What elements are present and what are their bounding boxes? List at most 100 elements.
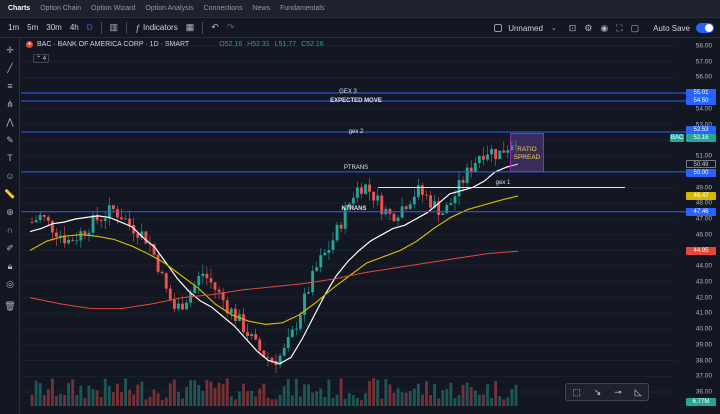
tab-connections[interactable]: Connections [204, 5, 243, 12]
lock-icon[interactable]: 🔒︎ [4, 260, 16, 272]
pattern-icon[interactable]: ⋀ [4, 116, 16, 128]
candle-body [34, 220, 38, 223]
price-tick: 40.00 [695, 325, 712, 333]
chevron-down-icon[interactable]: ⌄ [551, 24, 557, 32]
tab-option-analysis[interactable]: Option Analysis [145, 5, 193, 12]
layout-name[interactable]: Unnamed [508, 24, 543, 33]
trend-line-icon[interactable]: ╱ [4, 62, 16, 74]
candle-body [128, 218, 132, 225]
volume-bar [441, 390, 445, 406]
volume-bar [103, 378, 107, 406]
interval-4h[interactable]: 4h [70, 23, 79, 32]
text-icon[interactable]: T [4, 152, 16, 164]
volume-bar [168, 383, 172, 406]
volume-bar [95, 390, 99, 406]
volume-bar [213, 387, 217, 406]
candle-body [453, 196, 457, 204]
candle-body [79, 231, 83, 241]
candle-body [120, 217, 123, 220]
undo-icon[interactable]: ↶ [211, 22, 219, 33]
candle-body [254, 334, 258, 340]
magnet-icon[interactable]: ∩ [4, 224, 16, 236]
indicator-count-badge[interactable]: ⌃ 4 [33, 54, 50, 63]
volume-bar [355, 397, 359, 406]
interval-5m[interactable]: 5m [27, 23, 38, 32]
price-tick: 57.00 [695, 58, 712, 66]
candle-body [217, 289, 221, 293]
maximize-icon[interactable]: ▢ [631, 23, 640, 34]
volume-bar [128, 389, 132, 406]
volume-bar [87, 385, 91, 406]
volume-bar [278, 394, 282, 406]
emoji-icon[interactable]: ☺ [4, 170, 16, 182]
tab-charts[interactable]: Charts [8, 5, 30, 12]
volume-bar [412, 388, 416, 406]
candle-body [144, 231, 148, 244]
volume-bar [433, 383, 437, 406]
fullscreen-icon[interactable]: ⛶ [616, 23, 622, 34]
price-tick: 54.00 [695, 105, 712, 113]
horizontal-lines-icon[interactable]: ≡ [4, 80, 16, 92]
price-tick: 47.00 [695, 215, 712, 223]
interval-d[interactable]: D [87, 23, 93, 32]
rectangle-icon[interactable]: ⬚ [572, 387, 581, 398]
volume-bar [266, 397, 270, 406]
tab-fundamentals[interactable]: Fundamentals [280, 5, 324, 12]
volume-bar [445, 389, 449, 406]
volume-bar [465, 382, 469, 406]
price-chart[interactable] [21, 38, 720, 414]
arrow-line-icon[interactable]: ↘ [594, 387, 602, 398]
camera-icon[interactable]: ◉ [600, 23, 608, 34]
interval-30m[interactable]: 30m [46, 23, 62, 32]
indicators-button[interactable]: Indicators [143, 23, 178, 32]
chart-area[interactable] [21, 38, 720, 414]
lock-pencil-icon[interactable]: ✐ [4, 242, 16, 254]
volume-bar [469, 387, 473, 406]
redo-icon[interactable]: ↷ [227, 22, 235, 33]
horizontal-line-icon[interactable]: ⊸ [614, 387, 622, 398]
symbol-title[interactable]: BAC · BANK OF AMERICA CORP · 1D · SMART [37, 41, 189, 48]
volume-bar [494, 380, 498, 406]
layout-checkbox[interactable] [494, 24, 503, 32]
volume-bar [506, 397, 510, 406]
crosshair-icon[interactable]: ✛ [4, 44, 16, 56]
function-icon[interactable]: ƒ [135, 23, 140, 33]
candle-body [494, 149, 498, 160]
tab-news[interactable]: News [253, 5, 271, 12]
volume-bar [79, 385, 83, 406]
candle-body [205, 273, 209, 279]
trash-icon[interactable]: 🗑︎ [4, 300, 16, 312]
volume-bar [250, 390, 254, 406]
gear-icon[interactable]: ⚙ [584, 23, 592, 34]
toolbar-divider [202, 21, 204, 34]
tab-option-chain[interactable]: Option Chain [40, 5, 81, 12]
volume-bar [473, 390, 477, 406]
ratio-spread-box[interactable]: RATIO SPREAD [510, 133, 544, 172]
interval-1m[interactable]: 1m [8, 23, 19, 32]
eye-icon[interactable]: ◎ [4, 278, 16, 290]
volume-bar [486, 384, 489, 406]
candle-body [368, 184, 371, 192]
volume-bar [63, 394, 66, 406]
gex3-label: GEX 3 [339, 89, 357, 95]
candle-type-icon[interactable]: ▥ [110, 22, 119, 33]
volume-bar [376, 379, 380, 406]
triangle-ruler-icon[interactable]: ◺ [635, 387, 642, 398]
zoom-in-icon[interactable]: ⊕ [4, 206, 16, 218]
candle-body [421, 185, 424, 195]
candle-body [266, 357, 270, 359]
tab-option-wizard[interactable]: Option Wizard [91, 5, 135, 12]
price-tick: 48.00 [695, 199, 712, 207]
candle-body [209, 278, 213, 283]
floating-drawing-toolbar: ⬚ ↘ ⊸ ◺ [565, 383, 649, 401]
brush-icon[interactable]: ✎ [4, 134, 16, 146]
alert-icon[interactable]: ⊡ [569, 23, 577, 34]
auto-save-toggle[interactable] [696, 23, 714, 33]
ruler-icon[interactable]: 📏 [4, 188, 16, 200]
ohlc-values: O52.16 H52.31 L51.77 C52.16 [219, 41, 326, 48]
pitchfork-icon[interactable]: ⋔ [4, 98, 16, 110]
layout-grid-icon[interactable]: ▦ [186, 22, 195, 33]
volume-bar [290, 395, 294, 406]
candle-body [392, 213, 396, 222]
price-tick: 41.00 [695, 309, 712, 317]
